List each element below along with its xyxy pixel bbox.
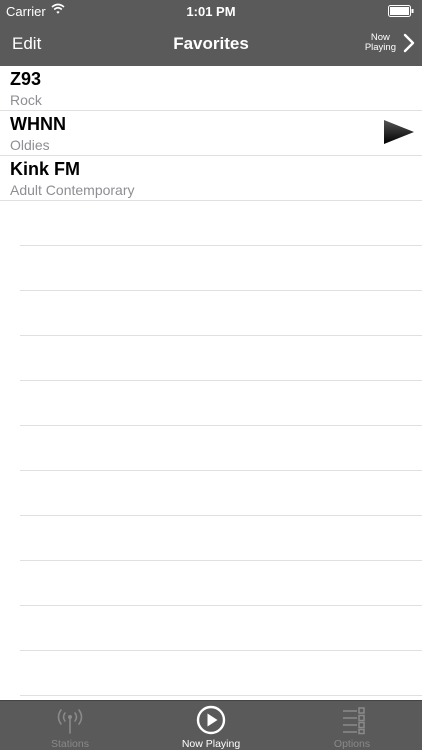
station-genre: Adult Contemporary [10, 182, 135, 198]
empty-list-row [20, 336, 422, 381]
chevron-right-icon[interactable] [403, 33, 415, 53]
station-row[interactable]: Kink FM Adult Contemporary [0, 156, 422, 201]
station-genre: Oldies [10, 137, 50, 153]
antenna-icon [57, 709, 83, 734]
station-name: Z93 [10, 69, 42, 89]
tab-stations[interactable]: Stations [0, 701, 140, 750]
favorites-list: Z93 Rock WHNN Oldies Kink FM Adult Conte… [0, 66, 422, 700]
tab-bar: Stations Now Playing Options [0, 700, 422, 750]
empty-list-row [20, 246, 422, 291]
empty-list-row [20, 291, 422, 336]
battery-icon [388, 5, 414, 17]
empty-list-row [20, 516, 422, 561]
header: Carrier 1:01 PM Edit Favorites Now Playi… [0, 0, 422, 66]
station-name: WHNN [10, 114, 66, 134]
empty-list-row [20, 606, 422, 651]
empty-list-row [20, 471, 422, 516]
now-playing-indicator-icon [384, 120, 414, 144]
empty-list-row [20, 426, 422, 471]
options-list-icon [343, 707, 365, 735]
nav-bar: Edit Favorites Now Playing [0, 22, 422, 66]
station-genre: Rock [10, 92, 42, 108]
tab-label: Stations [51, 738, 89, 750]
tab-options[interactable]: Options [282, 701, 422, 750]
tab-now-playing[interactable]: Now Playing [141, 701, 281, 750]
now-playing-line2: Playing [364, 42, 396, 53]
empty-list-row [20, 201, 422, 246]
play-circle-icon [196, 705, 226, 735]
now-playing-button[interactable]: Now Playing [365, 33, 396, 53]
status-time: 1:01 PM [186, 4, 236, 19]
empty-list-row [20, 651, 422, 696]
station-row[interactable]: WHNN Oldies [0, 111, 422, 156]
status-bar: Carrier 1:01 PM [0, 0, 422, 22]
tab-label: Now Playing [181, 738, 241, 750]
page-title: Favorites [173, 34, 249, 53]
station-name: Kink FM [10, 159, 80, 179]
empty-list-row [20, 561, 422, 606]
empty-list-row [20, 381, 422, 426]
station-row[interactable]: Z93 Rock [0, 66, 422, 111]
tab-label: Options [333, 738, 371, 750]
